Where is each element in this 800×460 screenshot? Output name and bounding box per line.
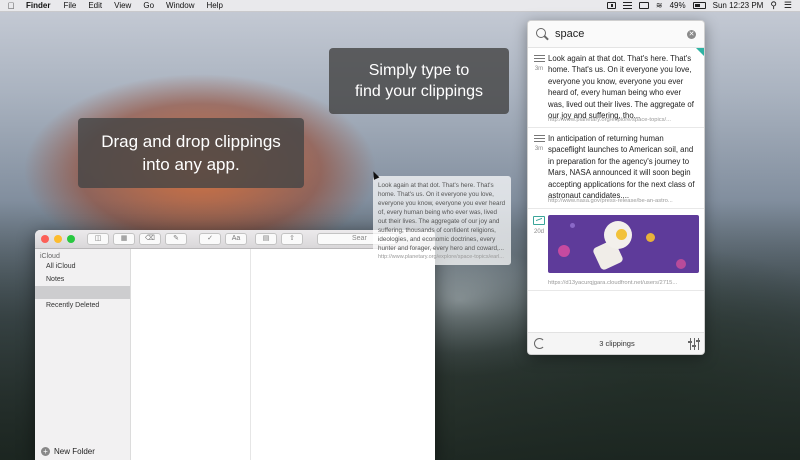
clipping-url: http://www.planetary.org/explore/space-t…	[548, 117, 671, 123]
notes-sidebar: iCloud All iCloud Notes Recently Deleted…	[35, 249, 131, 460]
drag-preview-text: Look again at that dot. That's here. Tha…	[378, 182, 506, 252]
star-shape	[570, 223, 575, 228]
app-name[interactable]: Finder	[22, 1, 57, 10]
clippings-search-input[interactable]: space	[555, 28, 687, 40]
airplay-icon[interactable]	[638, 2, 649, 9]
attach-photo-button[interactable]: ▤	[255, 233, 277, 245]
clock[interactable]: Sun 12:23 PM	[713, 1, 764, 10]
wifi-icon[interactable]: ≋	[656, 1, 663, 10]
clear-search-icon[interactable]: ✕	[687, 29, 696, 39]
search-icon	[536, 28, 548, 40]
menu-view[interactable]: View	[108, 1, 137, 10]
menubar-status-area: ≋ 49% Sun 12:23 PM ⚲ ☰	[606, 0, 800, 11]
clipping-meta: 3m	[532, 55, 546, 72]
clipping-text: Look again at that dot. That's here. Tha…	[548, 54, 694, 121]
sidebar-item-all-icloud[interactable]: All iCloud	[35, 260, 130, 273]
sidebar-group-icloud: iCloud	[40, 253, 60, 260]
sync-icon[interactable]	[534, 338, 545, 349]
sidebar-item-recently-deleted[interactable]: Recently Deleted	[35, 299, 130, 312]
clippings-count: 3 clippings	[599, 339, 635, 348]
clippings-panel: space ✕ 3m Look again at that dot. That'…	[527, 20, 705, 355]
note-editor[interactable]	[251, 249, 435, 460]
settings-sliders-icon[interactable]	[688, 338, 700, 350]
drag-hint-bubble: Drag and drop clippings into any app.	[78, 118, 304, 188]
clipping-text: In anticipation of returning human space…	[548, 134, 695, 201]
notification-center-icon[interactable]: ☰	[784, 0, 792, 11]
planet-shape	[676, 259, 686, 269]
spotlight-icon[interactable]: ⚲	[770, 0, 777, 11]
menu-window[interactable]: Window	[160, 1, 200, 10]
clipping-meta: 20d	[532, 216, 546, 235]
astronaut-helmet	[604, 221, 632, 249]
zoom-window-button[interactable]	[67, 235, 75, 243]
sidebar-item-notes[interactable]: Notes	[35, 273, 130, 286]
notes-body: iCloud All iCloud Notes Recently Deleted…	[35, 249, 435, 460]
drag-hint-line-1: Drag and drop clippings	[101, 132, 281, 151]
clipping-item[interactable]: 20d https://d13yacurqjgara.cloudfront.ne…	[528, 209, 704, 291]
clipping-item[interactable]: 3m In anticipation of returning human sp…	[528, 128, 704, 209]
search-hint-line-1: Simply type to	[368, 62, 470, 79]
format-button[interactable]: Aa	[225, 233, 247, 245]
text-clipping-icon	[533, 135, 545, 142]
menu-bar:  Finder File Edit View Go Window Help ≋…	[0, 0, 800, 12]
drag-hint-line-2: into any app.	[142, 155, 240, 174]
sidebar-item-selected[interactable]	[35, 286, 130, 299]
menu-edit[interactable]: Edit	[82, 1, 108, 10]
plus-circle-icon: +	[41, 447, 50, 456]
drag-preview-url: http://www.planetary.org/explore/space-t…	[378, 254, 504, 260]
attachments-grid-button[interactable]: ▦	[113, 233, 135, 245]
compose-note-button[interactable]: ✎	[165, 233, 187, 245]
astronaut-illustration	[548, 215, 699, 273]
text-clipping-icon	[533, 55, 545, 62]
star-shape	[646, 233, 655, 242]
share-button[interactable]: ⇧	[281, 233, 303, 245]
clipping-age: 3m	[534, 146, 544, 152]
sidebar-toggle-button[interactable]: ◫	[87, 233, 109, 245]
menu-file[interactable]: File	[57, 1, 82, 10]
battery-icon[interactable]	[692, 2, 706, 9]
planet-shape	[558, 245, 570, 257]
battery-percent[interactable]: 49%	[670, 1, 686, 10]
search-hint-bubble: Simply type to find your clippings	[329, 48, 509, 114]
menu-help[interactable]: Help	[200, 1, 228, 10]
clipping-age: 20d	[533, 229, 544, 235]
clipping-age: 3m	[534, 66, 544, 72]
list-menu-icon[interactable]	[622, 2, 632, 9]
apple-icon[interactable]: 	[0, 1, 22, 11]
drag-preview[interactable]: Look again at that dot. That's here. Tha…	[373, 176, 511, 265]
menu-go[interactable]: Go	[137, 1, 160, 10]
search-hint-line-2: find your clippings	[354, 83, 484, 100]
clippings-search-bar[interactable]: space ✕	[528, 21, 704, 48]
clipping-url: https://d13yacurqjgara.cloudfront.net/us…	[548, 280, 678, 286]
new-folder-button[interactable]: + New Folder	[41, 447, 95, 456]
clippings-footer: 3 clippings	[528, 332, 704, 354]
new-folder-label: New Folder	[54, 447, 95, 456]
clipping-url: http://www.nasa.gov/press-release/be-an-…	[548, 198, 673, 204]
image-clipping-icon	[533, 216, 545, 225]
minimize-window-button[interactable]	[54, 235, 62, 243]
close-window-button[interactable]	[41, 235, 49, 243]
checklist-button[interactable]: ✓	[199, 233, 221, 245]
clipping-meta: 3m	[532, 135, 546, 152]
delete-note-button[interactable]: ⌫	[139, 233, 161, 245]
clipboard-app-icon[interactable]	[606, 2, 616, 9]
clipping-item[interactable]: 3m Look again at that dot. That's here. …	[528, 48, 704, 128]
notes-list[interactable]	[131, 249, 251, 460]
helmet-visor	[616, 229, 627, 240]
